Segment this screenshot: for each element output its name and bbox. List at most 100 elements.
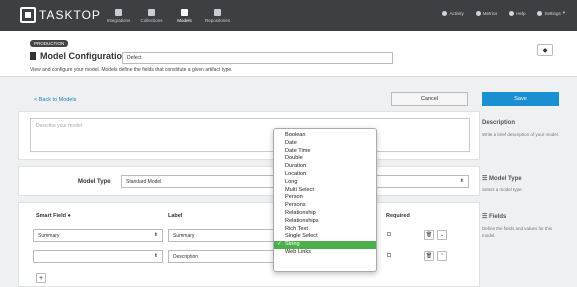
dropdown-option[interactable]: Rich Text <box>274 226 376 234</box>
option-label: Long <box>285 178 298 185</box>
option-label: Date <box>285 139 297 146</box>
metrics-icon <box>475 10 481 16</box>
nav-integrations-label: Integrations <box>106 18 131 23</box>
dropdown-option[interactable]: Relationships <box>274 218 376 226</box>
smart-field-select-row-1[interactable]: Summary ⬍ <box>33 229 163 242</box>
option-label: Person <box>285 194 303 201</box>
logo-icon <box>20 7 36 23</box>
page-header: PRODUCTION Model Configuration Defect Vi… <box>0 31 577 77</box>
option-label: Rich Text <box>285 225 308 232</box>
smart-field-header: Smart Field ● <box>36 213 71 219</box>
nav-collections[interactable]: Collections <box>135 2 168 30</box>
fields-side-title-text: Fields <box>489 214 507 220</box>
logo-text: TASKTOP <box>39 8 101 22</box>
required-checkbox-row-2[interactable] <box>387 253 391 257</box>
description-side-title: Description <box>482 120 516 126</box>
collections-icon <box>148 9 155 16</box>
page-title: Model Configuration <box>40 51 128 61</box>
help-link[interactable]: Help <box>509 10 526 16</box>
option-label: Web Links <box>285 248 312 255</box>
nav-models[interactable]: Models <box>168 2 201 30</box>
top-right-menu: Activity Metrics Help Settings ▾ <box>442 10 565 16</box>
repositories-icon <box>214 9 221 16</box>
select-caret-icon: ⬍ <box>153 253 158 259</box>
smart-field-select-row-2[interactable]: ⬍ <box>33 250 163 263</box>
activity-link[interactable]: Activity <box>442 10 464 16</box>
list-icon: ☰ <box>482 176 490 182</box>
save-button[interactable]: Save <box>482 92 559 106</box>
option-label: Multi Select <box>285 186 314 193</box>
fields-side-title: ☰ Fields <box>482 213 506 220</box>
dropdown-option[interactable]: Location <box>274 171 376 179</box>
dropdown-option[interactable]: Date Time <box>274 148 376 156</box>
environment-badge: PRODUCTION <box>30 40 69 47</box>
dropdown-option[interactable]: Single Select <box>274 233 376 241</box>
chevron-down-icon: ▾ <box>562 10 565 15</box>
dropdown-option[interactable]: Duration <box>274 163 376 171</box>
dropdown-option[interactable]: Web Links <box>274 249 376 257</box>
model-type-side-title: ☰ Model Type <box>482 175 522 182</box>
chevron-up-icon: ⌃ <box>439 253 445 259</box>
expand-button-row-1[interactable]: ⌄ <box>437 230 447 240</box>
bell-icon <box>442 10 448 16</box>
trash-icon: 🗑 <box>425 232 433 238</box>
main-nav: Integrations Collections Models Reposito… <box>102 2 234 30</box>
cancel-button[interactable]: Cancel <box>391 92 468 106</box>
nav-models-label: Models <box>177 18 192 23</box>
metrics-link[interactable]: Metrics <box>475 10 497 16</box>
option-label: Duration <box>285 163 307 170</box>
model-type-label: Model Type <box>78 179 111 185</box>
dropdown-option[interactable]: Date <box>274 140 376 148</box>
info-icon: ● <box>67 213 71 219</box>
option-label: Location <box>285 170 307 177</box>
gear-icon <box>537 10 543 16</box>
back-to-models-link[interactable]: < Back to Models <box>34 97 76 103</box>
option-label: String <box>285 241 300 248</box>
option-label: Relationship <box>285 209 316 216</box>
smart-field-header-text: Smart Field <box>36 213 66 219</box>
model-name-input[interactable]: Defect <box>122 52 393 64</box>
fields-side-text: Define the fields and values for this mo… <box>482 226 553 238</box>
label-header: Label <box>168 213 183 219</box>
fields-card <box>18 202 480 287</box>
help-icon <box>509 10 515 16</box>
select-caret-icon: ⬍ <box>459 178 464 184</box>
nav-repositories[interactable]: Repositories <box>201 2 234 30</box>
dropdown-option[interactable]: Persons <box>274 202 376 210</box>
tasktop-logo[interactable]: TASKTOP <box>20 6 101 24</box>
select-caret-icon: ⬍ <box>153 232 158 238</box>
dropdown-option[interactable]: Double <box>274 155 376 163</box>
dropdown-option-selected[interactable]: ✓ String <box>274 241 376 249</box>
label-input-row-1[interactable]: Summary <box>168 229 278 242</box>
top-navigation-bar: TASKTOP Integrations Collections Models … <box>0 0 577 31</box>
models-icon <box>181 9 188 16</box>
plus-icon: + <box>38 274 44 282</box>
dropdown-option[interactable]: Boolean <box>274 132 376 140</box>
dropdown-option[interactable]: Long <box>274 179 376 187</box>
help-label: Help <box>516 10 526 16</box>
add-field-button[interactable]: + <box>36 273 46 283</box>
required-checkbox-row-1[interactable] <box>387 232 391 236</box>
delete-button-row-2[interactable]: 🗑 <box>424 251 434 261</box>
delete-button-row-1[interactable]: 🗑 <box>424 230 434 240</box>
model-type-value: Standard Model <box>126 179 162 185</box>
nav-integrations[interactable]: Integrations <box>102 2 135 30</box>
tag-button[interactable]: ◆ <box>537 44 553 56</box>
option-label: Persons <box>285 202 306 209</box>
required-header: Required <box>386 213 410 219</box>
collapse-button-row-2[interactable]: ⌃ <box>437 251 447 261</box>
option-label: Single Select <box>285 233 318 240</box>
model-type-side-title-text: Model Type <box>489 176 522 182</box>
dropdown-option[interactable]: Multi Select <box>274 187 376 195</box>
dropdown-option[interactable]: Person <box>274 194 376 202</box>
settings-link[interactable]: Settings ▾ <box>537 10 565 16</box>
label-input-row-2[interactable]: Description <box>168 250 278 263</box>
tag-icon: ◆ <box>542 47 548 54</box>
nav-collections-label: Collections <box>140 18 163 23</box>
description-textarea[interactable]: Describe your model <box>30 118 470 152</box>
dropdown-option[interactable]: Relationship <box>274 210 376 218</box>
chevron-down-icon: ⌄ <box>439 232 445 238</box>
list-icon: ☰ <box>482 214 490 220</box>
option-label: Date Time <box>285 147 311 154</box>
option-label: Relationships <box>285 217 319 224</box>
